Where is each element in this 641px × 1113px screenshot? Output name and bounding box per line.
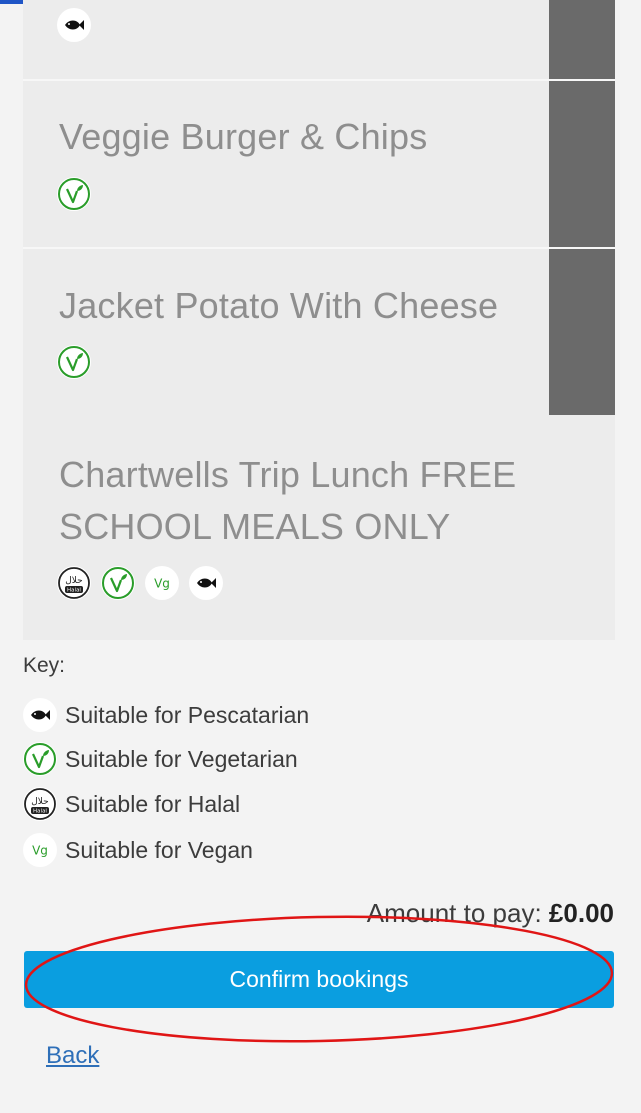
halal-word: Halal <box>33 809 47 815</box>
vegetarian-icon <box>57 345 91 379</box>
vegan-icon: Vg <box>145 566 179 600</box>
key-item-label: Suitable for Vegan <box>65 836 253 863</box>
amount-to-pay: Amount to pay: £0.00 <box>367 898 614 929</box>
vegan-icon: Vg <box>23 833 57 867</box>
menu-item-title-line1: Chartwells Trip Lunch FREE <box>59 454 517 495</box>
vegetarian-icon <box>57 177 91 211</box>
key-item-halal: حلال Halal Suitable for Halal <box>23 787 240 821</box>
key-item-vegetarian: Suitable for Vegetarian <box>23 742 298 776</box>
back-link[interactable]: Back <box>46 1042 99 1070</box>
menu-item-title: Jacket Potato With Cheese <box>59 285 499 326</box>
menu-item[interactable]: Chartwells Trip Lunch FREE SCHOOL MEALS … <box>23 415 615 640</box>
amount-label: Amount to pay: <box>366 898 542 928</box>
key-heading: Key: <box>23 654 66 677</box>
vegan-text: Vg <box>32 844 48 858</box>
menu-item[interactable]: Veggie Burger & Chips <box>23 81 615 247</box>
fish-icon <box>57 8 91 42</box>
menu-list: Veggie Burger & Chips Jacket Potato With… <box>23 0 615 640</box>
menu-item-title: Veggie Burger & Chips <box>59 116 428 157</box>
halal-script: حلال <box>31 797 48 807</box>
fish-icon <box>189 566 223 600</box>
confirm-bookings-button[interactable]: Confirm bookings <box>24 951 614 1008</box>
key-item-label: Suitable for Pescatarian <box>65 701 310 728</box>
halal-icon: حلال Halal <box>57 566 91 600</box>
key-item-pescatarian: Suitable for Pescatarian <box>23 698 309 732</box>
menu-item-title-line2: SCHOOL MEALS ONLY <box>59 506 451 547</box>
menu-item[interactable] <box>23 0 615 79</box>
vegetarian-icon <box>101 566 135 600</box>
menu-item[interactable]: Jacket Potato With Cheese <box>23 249 615 415</box>
vegan-text: Vg <box>154 577 170 591</box>
key-item-vegan: Vg Suitable for Vegan <box>23 833 253 867</box>
halal-script: حلال <box>65 576 82 586</box>
vegetarian-icon <box>23 742 57 776</box>
menu-item-side-tab[interactable] <box>549 81 615 247</box>
key-item-label: Suitable for Halal <box>65 790 241 817</box>
amount-value: £0.00 <box>548 898 614 928</box>
halal-word: Halal <box>67 588 81 594</box>
fish-icon <box>23 698 57 732</box>
key-item-label: Suitable for Vegetarian <box>65 745 298 772</box>
halal-icon: حلال Halal <box>23 787 57 821</box>
menu-item-side-tab[interactable] <box>549 0 615 79</box>
menu-item-side-tab[interactable] <box>549 249 615 415</box>
